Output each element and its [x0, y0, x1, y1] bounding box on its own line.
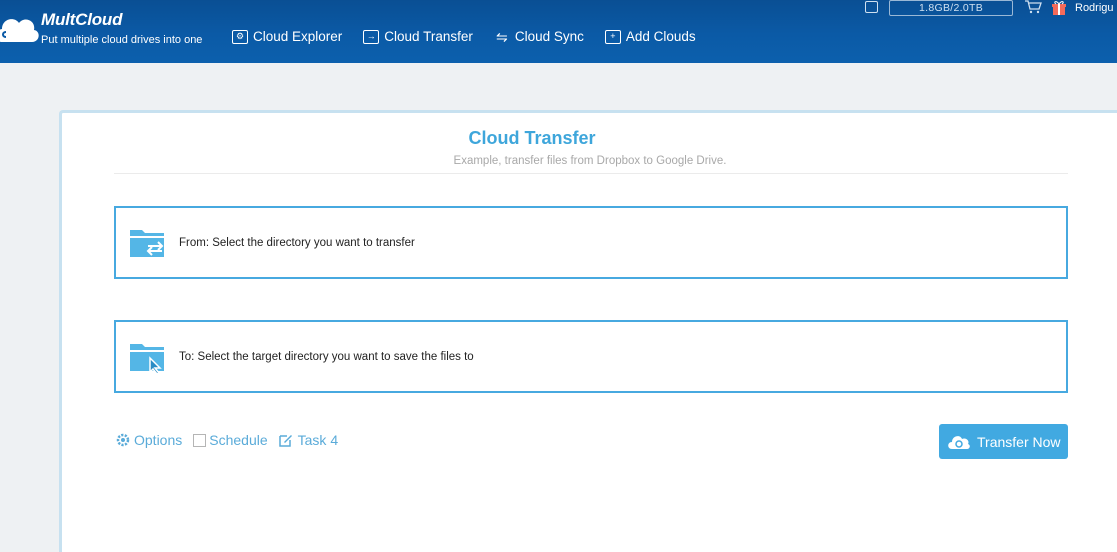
from-label: From: Select the directory you want to t…	[179, 236, 415, 249]
to-directory-selector[interactable]: To: Select the target directory you want…	[114, 320, 1068, 393]
title-divider	[114, 173, 1068, 174]
options-link[interactable]: Options	[115, 432, 182, 448]
user-name[interactable]: Rodrigu	[1075, 2, 1114, 14]
sync-icon: ⇋	[495, 28, 508, 45]
options-label: Options	[134, 432, 183, 448]
plus-icon: +	[604, 29, 621, 44]
folder-target-icon	[130, 343, 164, 374]
schedule-label: Schedule	[209, 432, 268, 448]
transfer-now-label: Transfer Now	[977, 433, 1061, 450]
nav-cloud-transfer-label: Cloud Transfer	[384, 29, 473, 44]
transfer-now-button[interactable]: Transfer Now	[939, 424, 1068, 459]
brand-name[interactable]: MultCloud	[41, 10, 122, 30]
folder-source-icon	[130, 229, 164, 257]
from-directory-selector[interactable]: From: Select the directory you want to t…	[114, 206, 1068, 279]
nav-add-clouds[interactable]: + Add Clouds	[604, 29, 696, 44]
gift-icon[interactable]	[1051, 0, 1067, 15]
brand-tagline: Put multiple cloud drives into one	[41, 34, 203, 46]
nav-cloud-sync[interactable]: ⇋ Cloud Sync	[494, 29, 584, 44]
multcloud-logo-icon[interactable]	[0, 6, 40, 52]
nav-cloud-explorer[interactable]: ⚙ Cloud Explorer	[232, 29, 342, 44]
schedule-checkbox[interactable]: Schedule	[193, 432, 268, 448]
storage-usage[interactable]: 1.8GB/2.0TB	[889, 0, 1013, 16]
transfer-options-bar: Options Schedule Task 4	[115, 432, 349, 448]
nav-cloud-sync-label: Cloud Sync	[514, 29, 584, 44]
cloud-transfer-icon	[948, 435, 970, 449]
top-header: MultCloud Put multiple cloud drives into…	[0, 0, 1117, 63]
task-name-link[interactable]: Task 4	[278, 432, 339, 448]
to-label: To: Select the target directory you want…	[179, 350, 474, 363]
page-subtitle: Example, transfer files from Dropbox to …	[453, 155, 727, 167]
nav-cloud-transfer[interactable]: → Cloud Transfer	[363, 29, 473, 44]
gear-icon	[116, 433, 130, 447]
edit-icon	[278, 435, 292, 447]
main-nav: ⚙ Cloud Explorer → Cloud Transfer ⇋ Clou…	[232, 29, 717, 44]
schedule-checkbox-box[interactable]	[193, 433, 207, 447]
nav-add-clouds-label: Add Clouds	[625, 29, 696, 44]
stats-icon[interactable]	[865, 1, 878, 13]
cart-icon[interactable]	[1024, 0, 1042, 14]
task-label: Task 4	[297, 432, 339, 448]
transfer-icon: →	[363, 29, 380, 44]
nav-cloud-explorer-label: Cloud Explorer	[253, 29, 343, 44]
page-title: Cloud Transfer	[468, 128, 596, 148]
explorer-icon: ⚙	[232, 29, 248, 44]
